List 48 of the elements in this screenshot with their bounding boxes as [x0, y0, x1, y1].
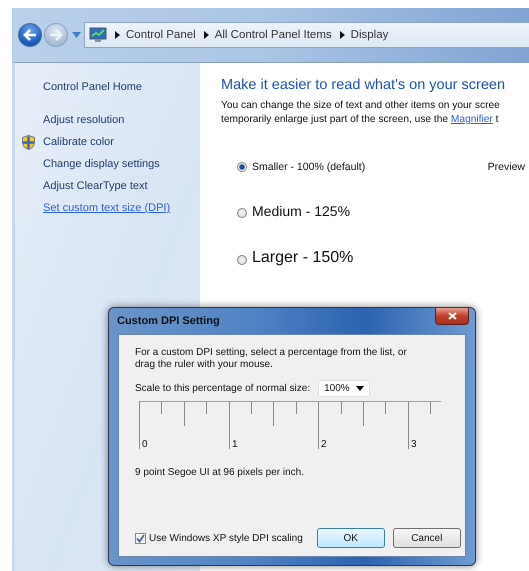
option-label[interactable]: Larger - 150%	[252, 249, 354, 267]
instructions-text: For a custom DPI setting, select a percentage from the list, or drag the ruler with your mouse.	[135, 347, 408, 371]
address-bar[interactable]: Control Panel All Control Panel Items Display	[84, 22, 529, 48]
breadcrumb-item[interactable]: Control Panel	[126, 29, 196, 41]
page-heading: Make it easier to read what's on your screen	[221, 77, 506, 93]
chevron-icon[interactable]	[340, 31, 345, 39]
close-button[interactable]	[435, 308, 469, 325]
back-arrow-icon	[23, 29, 37, 41]
sidebar-link[interactable]: Adjust ClearType text	[43, 180, 148, 192]
description-text: t	[496, 114, 499, 125]
ruler-label: 1	[232, 439, 238, 450]
description-text: temporarily enlarge just part of the screen, use the	[221, 114, 448, 125]
checkbox[interactable]	[135, 532, 146, 544]
checkbox-label[interactable]: Use Windows XP style DPI scaling	[149, 532, 303, 544]
scale-label: Scale to this percentage of normal size:	[135, 383, 310, 394]
shield-icon	[22, 135, 35, 150]
back-button[interactable]	[18, 23, 42, 47]
sidebar-link[interactable]: Control Panel Home	[43, 81, 142, 93]
radio-button[interactable]	[237, 162, 247, 172]
sidebar-link[interactable]: Calibrate color	[43, 136, 114, 148]
ruler-label: 0	[142, 439, 148, 450]
monitor-icon	[89, 27, 107, 43]
ok-button[interactable]: OK	[316, 528, 385, 548]
option-label[interactable]: Smaller - 100% (default)	[252, 161, 366, 173]
dialog-title: Custom DPI Setting	[117, 315, 220, 327]
sidebar-link[interactable]: Set custom text size (DPI)	[43, 202, 170, 214]
ruler-label: 2	[321, 439, 327, 450]
forward-arrow-icon	[49, 29, 63, 41]
preview-label: Preview	[488, 161, 525, 173]
chevron-icon[interactable]	[204, 31, 209, 39]
dropdown-arrow-icon	[356, 386, 364, 391]
dropdown-caret-icon[interactable]	[72, 32, 81, 38]
radio-button[interactable]	[237, 208, 247, 218]
sidebar-link[interactable]: Change display settings	[43, 158, 160, 170]
magnifier-link[interactable]: Magnifier	[450, 114, 493, 125]
percentage-dropdown[interactable]: 100%	[318, 380, 370, 397]
breadcrumb-item[interactable]: All Control Panel Items	[214, 29, 332, 41]
sidebar-link[interactable]: Adjust resolution	[43, 114, 124, 126]
ruler-label: 3	[411, 439, 417, 450]
breadcrumb-item[interactable]: Display	[350, 29, 388, 41]
option-label[interactable]: Medium - 125%	[252, 203, 350, 219]
close-icon	[448, 312, 456, 320]
description-text: You can change the size of text and other items on your scree	[221, 100, 500, 111]
radio-button[interactable]	[237, 255, 247, 265]
cancel-button[interactable]: Cancel	[392, 528, 461, 548]
ruler-drawing[interactable]	[139, 401, 441, 450]
chevron-icon[interactable]	[115, 31, 120, 39]
info-text: 9 point Segoe UI at 96 pixels per inch.	[135, 467, 305, 478]
